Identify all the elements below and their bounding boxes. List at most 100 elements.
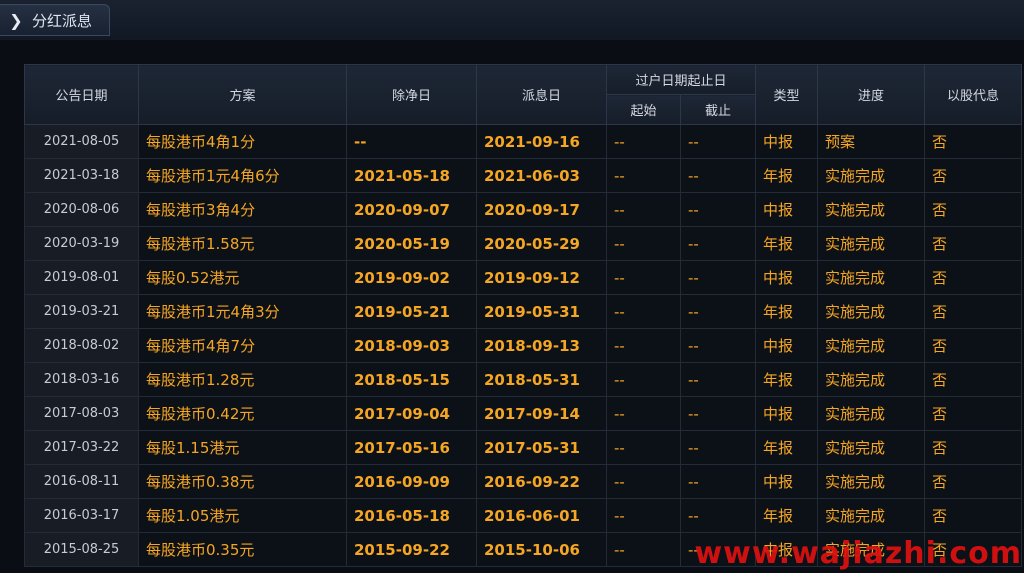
progress-cell: 实施完成 [817,226,926,261]
table-row: 2019-08-01 每股0.52港元 2019-09-02 2019-09-12 --… [24,260,1023,295]
plan-cell: 每股1.05港元 [138,498,347,533]
announce-date-cell: 2019-08-01 [24,260,139,295]
scrip-cell: 否 [924,294,1023,329]
plan-cell: 每股1.15港元 [138,430,347,465]
scrip-cell: 否 [924,192,1023,227]
progress-cell: 实施完成 [817,260,926,295]
tab-dividend[interactable]: ❯ 分红派息 [0,4,110,36]
plan-cell: 每股港币1元4角6分 [138,158,347,193]
chevron-right-icon: ❯ [9,10,23,30]
pay-date-cell: 2015-10-06 [476,532,607,567]
table-row: 2016-08-11 每股港币0.38元 2016-09-09 2016-09-22-… [24,464,1023,499]
progress-cell: 实施完成 [817,294,926,329]
tab-label: 分红派息 [32,11,93,30]
plan-cell: 每股港币1.28元 [138,362,347,397]
plan-cell: 每股港币4角1分 [138,124,347,159]
announce-date-cell: 2017-03-22 [24,430,139,465]
type-cell: 中报 [755,464,819,499]
pay-date-cell: 2021-06-03 [476,158,607,193]
header-ex-date: 除净日 [346,64,477,125]
transfer-end-cell: -- [679,328,757,363]
plan-cell: 每股港币1元4角3分 [138,294,347,329]
announce-date-cell: 2018-03-16 [24,362,139,397]
pay-date-cell: 2018-09-13 [476,328,607,363]
dividend-page: ❯ 分红派息 公告日期 方案 除净日 派息日 过户日期起止日 类型 进度 以股代… [0,0,1024,573]
transfer-start-cell: -- [606,362,681,397]
ex-date-cell: 2017-09-04 [346,396,477,431]
transfer-start-cell: -- [606,328,681,363]
announce-date-cell: 2019-03-21 [24,294,139,329]
scrip-cell: 否 [924,464,1023,499]
scrip-cell: 否 [924,158,1023,193]
transfer-start-cell: -- [606,498,681,533]
scrip-cell: 否 [924,362,1023,397]
transfer-start-cell: -- [606,226,681,261]
table-row: 2019-03-21 每股港币1元4角3分 2019-05-21 2019-05-31… [24,294,1023,329]
plan-cell: 每股港币4角7分 [138,328,347,363]
progress-cell: 实施完成 [817,430,926,465]
type-cell: 中报 [755,396,819,431]
transfer-start-cell: -- [606,294,681,329]
watermark: www.wajiazhi.com [694,536,1022,571]
pay-date-cell: 2017-09-14 [476,396,607,431]
transfer-start-cell: -- [606,192,681,227]
pay-date-cell: 2020-09-17 [476,192,607,227]
transfer-end-cell: -- [679,124,757,159]
ex-date-cell: 2019-09-02 [346,260,477,295]
table-row: 2017-08-03 每股港币0.42元 2017-09-04 2017-09-14-… [24,396,1023,431]
dividend-panel: 公告日期 方案 除净日 派息日 过户日期起止日 类型 进度 以股代息 起始 截止… [0,40,1024,573]
transfer-start-cell: -- [606,464,681,499]
pay-date-cell: 2017-05-31 [476,430,607,465]
transfer-end-cell: -- [679,498,757,533]
progress-cell: 实施完成 [817,158,926,193]
progress-cell: 实施完成 [817,396,926,431]
table-row: 2021-03-18 每股港币1元4角6分 2021-05-18 2021-06-03… [24,158,1023,193]
scrip-cell: 否 [924,260,1023,295]
header-plan: 方案 [138,64,347,125]
table-row: 2017-03-22 每股1.15港元 2017-05-16 2017-05-31 --… [24,430,1023,465]
pay-date-cell: 2018-05-31 [476,362,607,397]
plan-cell: 每股港币0.35元 [138,532,347,567]
transfer-end-cell: -- [679,226,757,261]
ex-date-cell: -- [346,124,477,159]
header-transfer-dates: 过户日期起止日 [605,64,757,95]
ex-date-cell: 2018-09-03 [346,328,477,363]
ex-date-cell: 2016-09-09 [346,464,477,499]
transfer-start-cell: -- [606,124,681,159]
scrip-cell: 否 [924,498,1023,533]
table-row: 2020-03-19 每股港币1.58元 2020-05-19 2020-05-29-… [24,226,1023,261]
transfer-start-cell: -- [606,260,681,295]
dividend-table: 公告日期 方案 除净日 派息日 过户日期起止日 类型 进度 以股代息 起始 截止… [24,64,1023,567]
ex-date-cell: 2020-09-07 [346,192,477,227]
progress-cell: 实施完成 [817,464,926,499]
announce-date-cell: 2018-08-02 [24,328,139,363]
pay-date-cell: 2016-06-01 [476,498,607,533]
ex-date-cell: 2019-05-21 [346,294,477,329]
announce-date-cell: 2021-08-05 [24,124,139,159]
ex-date-cell: 2021-05-18 [346,158,477,193]
scrip-cell: 否 [924,430,1023,465]
type-cell: 年报 [755,294,819,329]
header-transfer-start: 起始 [606,94,681,125]
scrip-cell: 否 [924,396,1023,431]
plan-cell: 每股0.52港元 [138,260,347,295]
pay-date-cell: 2021-09-16 [476,124,607,159]
scrip-cell: 否 [924,124,1023,159]
header-pay-date: 派息日 [476,64,607,125]
type-cell: 中报 [755,260,819,295]
type-cell: 年报 [755,430,819,465]
type-cell: 年报 [755,158,819,193]
ex-date-cell: 2018-05-15 [346,362,477,397]
announce-date-cell: 2016-08-11 [24,464,139,499]
type-cell: 年报 [755,362,819,397]
table-row: 2021-08-05 每股港币4角1分 -- 2021-09-16 -- -- 中报 预案否 [24,124,1023,159]
header-transfer-end: 截止 [679,94,757,125]
pay-date-cell: 2019-05-31 [476,294,607,329]
type-cell: 中报 [755,192,819,227]
transfer-start-cell: -- [606,532,681,567]
ex-date-cell: 2016-05-18 [346,498,477,533]
progress-cell: 实施完成 [817,328,926,363]
progress-cell: 实施完成 [817,362,926,397]
plan-cell: 每股港币1.58元 [138,226,347,261]
transfer-end-cell: -- [679,192,757,227]
